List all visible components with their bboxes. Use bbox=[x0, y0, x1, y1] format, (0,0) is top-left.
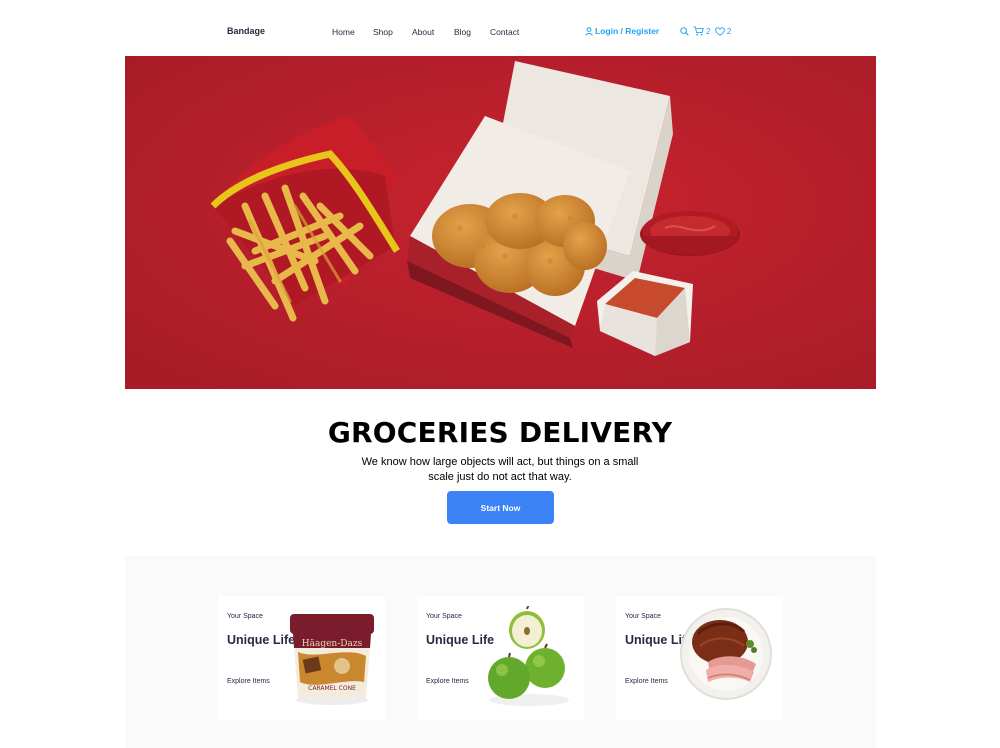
hero-food-illustration bbox=[125, 56, 876, 389]
top-navbar: Bandage Home Shop About Blog Contact Log… bbox=[0, 0, 1000, 56]
cart-count: 2 bbox=[706, 26, 711, 36]
login-register-link[interactable]: Login / Register bbox=[585, 26, 659, 36]
user-icon bbox=[585, 26, 593, 36]
heart-icon bbox=[714, 26, 725, 36]
svg-text:CARAMEL CONE: CARAMEL CONE bbox=[308, 685, 356, 692]
hero-title: GROCERIES DELIVERY bbox=[327, 416, 673, 449]
nav-link-contact[interactable]: Contact bbox=[490, 27, 519, 37]
card-kicker: Your Space bbox=[625, 613, 661, 620]
svg-text:Häagen-Dazs: Häagen-Dazs bbox=[302, 639, 363, 649]
explore-items-link[interactable]: Explore Items bbox=[227, 678, 270, 685]
nav-link-blog[interactable]: Blog bbox=[454, 27, 471, 37]
cart-button[interactable]: 2 bbox=[693, 26, 711, 36]
search-icon bbox=[680, 26, 689, 36]
nav-link-about[interactable]: About bbox=[412, 27, 434, 37]
ham-plate-image bbox=[680, 608, 772, 700]
explore-items-link[interactable]: Explore Items bbox=[625, 678, 668, 685]
card-kicker: Your Space bbox=[426, 613, 462, 620]
start-now-button[interactable]: Start Now bbox=[447, 491, 554, 524]
ketchup-bowl bbox=[640, 211, 740, 256]
card-kicker: Your Space bbox=[227, 613, 263, 620]
hero-description: We know how large objects will act, but … bbox=[361, 456, 639, 483]
wishlist-count: 2 bbox=[726, 26, 732, 36]
search-button[interactable] bbox=[680, 26, 689, 36]
ice-cream-tub-image: Häagen-Dazs CARAMEL CONE bbox=[290, 614, 374, 705]
category-card[interactable]: Your Space Unique Life Explore Items Häa… bbox=[218, 596, 385, 720]
brand-logo[interactable]: Bandage bbox=[227, 26, 265, 36]
nav-link-home[interactable]: Home bbox=[332, 27, 355, 37]
green-apples-image bbox=[488, 606, 569, 706]
wishlist-button[interactable]: 2 bbox=[714, 26, 732, 36]
explore-items-link[interactable]: Explore Items bbox=[426, 678, 469, 685]
category-card[interactable]: Your Space Unique Life Explore Items bbox=[616, 596, 783, 720]
nav-link-shop[interactable]: Shop bbox=[373, 27, 393, 37]
hero-image bbox=[125, 56, 876, 389]
login-register-label: Login / Register bbox=[595, 26, 660, 36]
category-card[interactable]: Your Space Unique Life Explore Items bbox=[417, 596, 584, 720]
featured-section: Your Space Unique Life Explore Items Häa… bbox=[125, 556, 876, 748]
cart-icon bbox=[693, 26, 704, 36]
nav-icons: 2 2 bbox=[680, 26, 731, 36]
